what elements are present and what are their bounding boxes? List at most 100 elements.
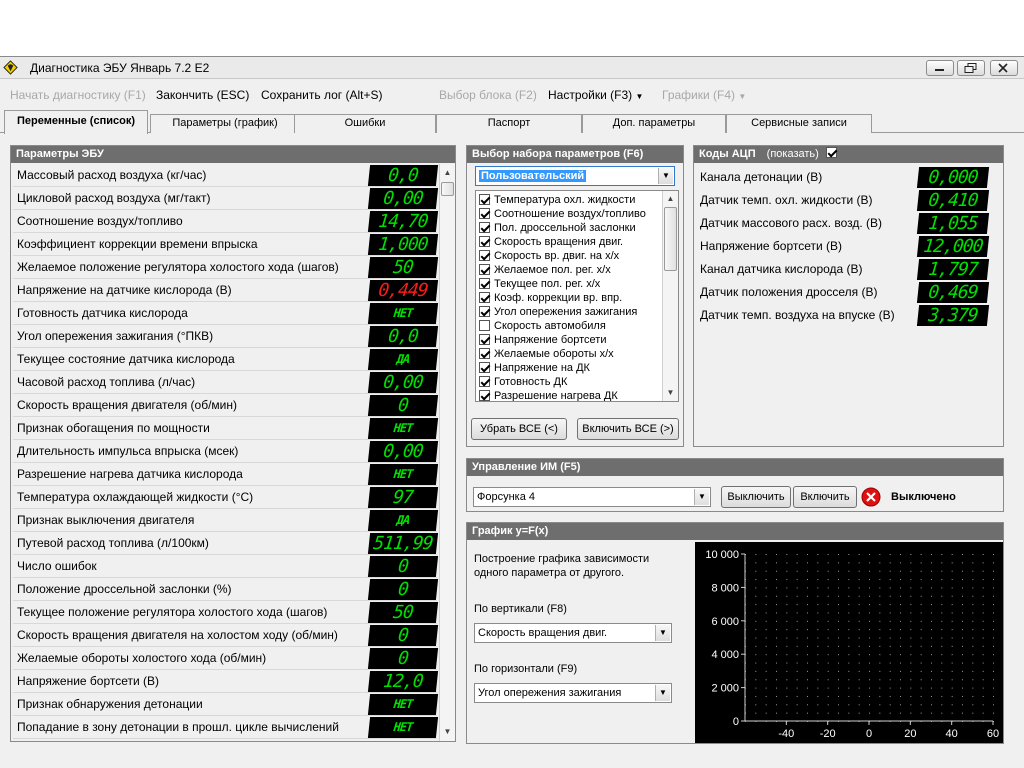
grid-dot: [858, 670, 860, 672]
close-button[interactable]: [990, 60, 1018, 76]
param-value: НЕТ: [367, 694, 439, 715]
checklist-item[interactable]: Напряжение на ДК: [479, 361, 590, 375]
menu-start-diagnostics[interactable]: Начать диагностику (F1): [10, 88, 146, 102]
checklist-item[interactable]: Разрешение нагрева ДК: [479, 389, 618, 401]
grid-dot: [807, 570, 808, 572]
grid-dot: [972, 554, 974, 555]
scroll-up-icon[interactable]: ▲: [663, 192, 678, 206]
scroll-down-icon[interactable]: ▼: [663, 386, 678, 400]
grid-dot: [765, 687, 767, 689]
actuator-select[interactable]: Форсунка 4 ▼: [473, 487, 711, 507]
tab-errors[interactable]: Ошибки: [294, 114, 436, 133]
scroll-thumb[interactable]: [441, 182, 454, 196]
menu-finish[interactable]: Закончить (ESC): [156, 88, 249, 102]
minimize-button[interactable]: [926, 60, 954, 76]
scroll-thumb[interactable]: [664, 207, 677, 271]
checklist-item[interactable]: Готовность ДК: [479, 375, 567, 389]
checklist-item[interactable]: Угол опережения зажигания: [479, 305, 637, 319]
params-scrollbar[interactable]: ▲ ▼: [439, 164, 455, 741]
item-checkbox[interactable]: [479, 194, 490, 205]
checklist-item[interactable]: Желаемое пол. рег. х/х: [479, 263, 611, 277]
item-checkbox[interactable]: [479, 222, 490, 233]
actuator-off-button[interactable]: Выключить: [721, 486, 791, 508]
checklist-item[interactable]: Соотношение воздух/топливо: [479, 207, 646, 221]
grid-dot: [982, 654, 984, 656]
grid-dot: [755, 562, 757, 564]
checklist-scrollbar[interactable]: ▲ ▼: [662, 191, 678, 401]
checklist-item[interactable]: Напряжение бортсети: [479, 333, 606, 347]
checklist-item[interactable]: Коэф. коррекции вр. впр.: [479, 291, 622, 305]
grid-dot: [869, 620, 870, 622]
grid-dot: [755, 612, 757, 614]
grid-dot: [951, 670, 953, 672]
item-checkbox[interactable]: [479, 348, 490, 359]
item-checkbox[interactable]: [479, 320, 490, 331]
grid-dot: [858, 645, 860, 647]
scroll-up-icon[interactable]: ▲: [440, 166, 455, 180]
app-window: Диагностика ЭБУ Январь 7.2 E2 Начать диа…: [0, 56, 1024, 768]
actuator-on-button[interactable]: Включить: [793, 486, 857, 508]
item-checkbox[interactable]: [479, 250, 490, 261]
tab-params-graph[interactable]: Параметры (график): [150, 114, 300, 133]
item-label: Угол опережения зажигания: [494, 306, 638, 318]
grid-dot: [900, 562, 901, 564]
paramset-select[interactable]: Пользовательский ▼: [475, 166, 675, 186]
menu-save-log[interactable]: Сохранить лог (Alt+S): [261, 88, 383, 102]
item-checkbox[interactable]: [479, 292, 490, 303]
grid-dot: [962, 587, 963, 589]
item-checkbox[interactable]: [479, 208, 490, 219]
tab-extra-params[interactable]: Доп. параметры: [582, 114, 726, 133]
maximize-button[interactable]: [957, 60, 985, 76]
menu-select-block[interactable]: Выбор блока (F2): [439, 88, 537, 102]
param-row: Положение дроссельной заслонки (%) 0: [13, 578, 439, 601]
menu-graphs[interactable]: Графики (F4) ▼: [662, 88, 746, 102]
grid-dot: [982, 645, 984, 647]
grid-dot: [796, 612, 798, 614]
grid-dot: [765, 637, 767, 639]
adc-row: Датчик положения дросселя (В) 0,469: [697, 281, 990, 304]
remove-all-button[interactable]: Убрать ВСЕ (<): [471, 418, 567, 440]
item-checkbox[interactable]: [479, 236, 490, 247]
grid-dot: [993, 645, 994, 647]
checklist-item[interactable]: Температура охл. жидкости: [479, 193, 635, 207]
grid-dot: [776, 629, 777, 631]
vertical-axis-select[interactable]: Скорость вращения двиг. ▼: [474, 623, 672, 643]
param-row: Соотношение воздух/топливо 14,70: [13, 210, 439, 233]
item-checkbox[interactable]: [479, 306, 490, 317]
horizontal-axis-select[interactable]: Угол опережения зажигания ▼: [474, 683, 672, 703]
adc-label: Датчик массового расх. возд. (В): [700, 216, 883, 230]
grid-dot: [982, 595, 984, 597]
checklist-item[interactable]: Желаемые обороты х/х: [479, 347, 614, 361]
menu-settings[interactable]: Настройки (F3) ▼: [548, 88, 643, 102]
grid-dot: [838, 654, 839, 656]
item-checkbox[interactable]: [479, 390, 490, 401]
checklist-item[interactable]: Текущее пол. рег. х/х: [479, 277, 600, 291]
checklist-item[interactable]: Скорость автомобиля: [479, 319, 606, 333]
adc-show-checkbox[interactable]: [825, 147, 837, 158]
grid-dot: [817, 645, 819, 647]
grid-dot: [858, 629, 860, 631]
grid-dot: [900, 612, 901, 614]
checklist-item[interactable]: Скорость вращения двиг.: [479, 235, 623, 249]
item-checkbox[interactable]: [479, 278, 490, 289]
param-row: Желаемые обороты холостого хода (об/мин)…: [13, 647, 439, 670]
item-checkbox[interactable]: [479, 264, 490, 275]
grid-dot: [920, 570, 922, 572]
scroll-down-icon[interactable]: ▼: [440, 725, 455, 739]
item-label: Температура охл. жидкости: [494, 194, 636, 206]
grid-dot: [776, 679, 777, 681]
checklist-item[interactable]: Скорость вр. двиг. на х/х: [479, 249, 619, 263]
grid-dot: [858, 712, 860, 714]
item-checkbox[interactable]: [479, 362, 490, 373]
include-all-button[interactable]: Включить ВСЕ (>): [577, 418, 679, 440]
tab-service-records[interactable]: Сервисные записи: [726, 114, 872, 133]
chevron-down-icon: ▼: [694, 489, 709, 505]
checklist-item[interactable]: Пол. дроссельной заслонки: [479, 221, 636, 235]
grid-dot: [869, 554, 870, 555]
grid-dot: [827, 595, 829, 597]
item-checkbox[interactable]: [479, 376, 490, 387]
tab-passport[interactable]: Паспорт: [436, 114, 582, 133]
tab-variables-list[interactable]: Переменные (список): [4, 110, 148, 134]
grid-dot: [993, 662, 994, 664]
item-checkbox[interactable]: [479, 334, 490, 345]
